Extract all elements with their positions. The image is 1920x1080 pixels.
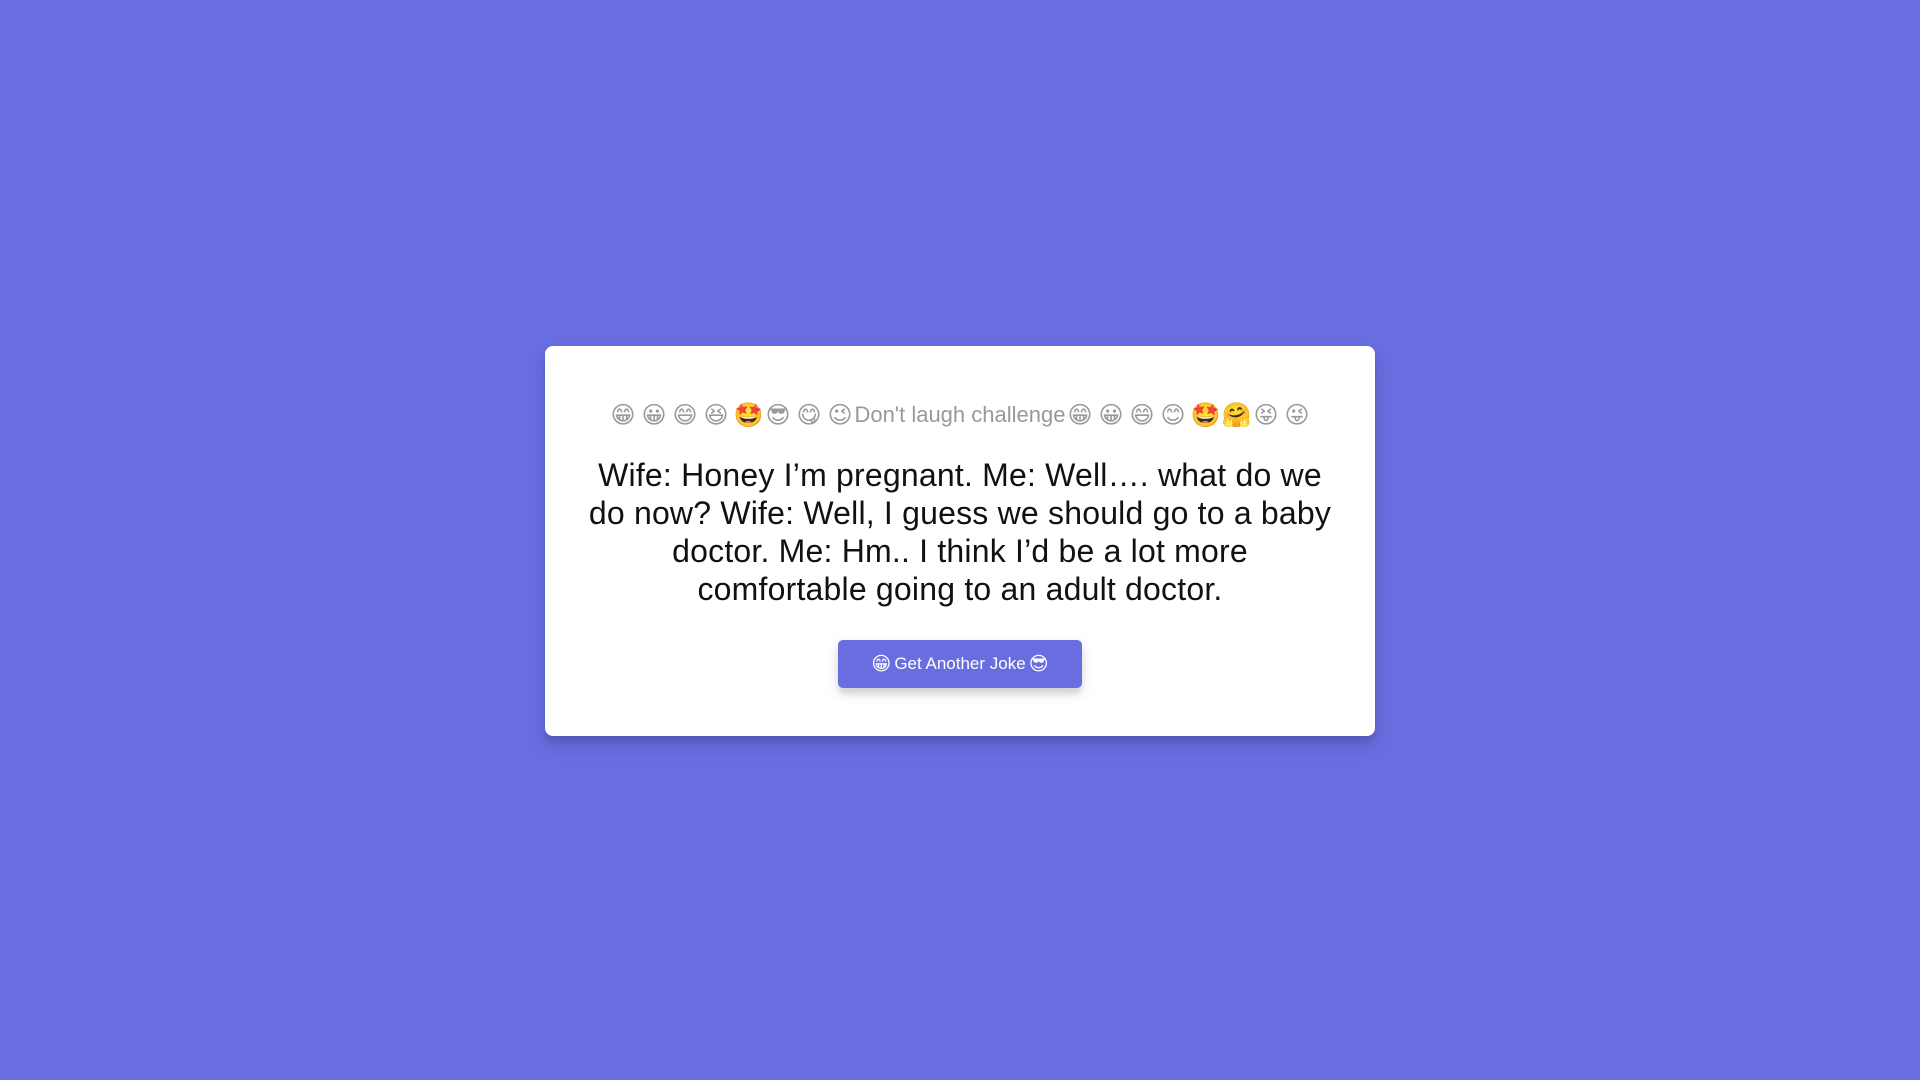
hugging-emoji-icon: 🤗 xyxy=(1221,400,1252,429)
smiling-eyes-emoji-icon: 😄 xyxy=(1129,400,1155,429)
grinning-squinting-emoji-icon: 😁 xyxy=(1067,400,1093,429)
challenge-heading: 😁 😀 😄 😆 🤩 😎 😋 😉 Don't laugh challenge 😁 … xyxy=(585,400,1335,430)
get-another-joke-button[interactable]: 😁 Get Another Joke 😎 xyxy=(838,640,1082,688)
grinning-face-emoji-icon: 😀 xyxy=(1098,400,1124,429)
page-background: 😁 😀 😄 😆 🤩 😎 😋 😉 Don't laugh challenge 😁 … xyxy=(0,0,1920,1080)
blush-emoji-icon: 😊 xyxy=(1160,400,1186,429)
grinning-squinting-emoji-icon: 😁 xyxy=(871,653,892,675)
heading-emojis-right: 😁 😀 😄 😊 🤩 🤗 😝 😜 xyxy=(1066,400,1310,429)
winking-tongue-emoji-icon: 😜 xyxy=(1284,400,1310,429)
sunglasses-emoji-icon: 😎 xyxy=(1028,653,1049,675)
grinning-face-emoji-icon: 😀 xyxy=(641,400,667,429)
joke-card: 😁 😀 😄 😆 🤩 😎 😋 😉 Don't laugh challenge 😁 … xyxy=(545,346,1375,736)
squinting-tongue-emoji-icon: 😝 xyxy=(1253,400,1279,429)
star-struck-emoji-icon: 🤩 xyxy=(1190,400,1221,429)
yum-emoji-icon: 😋 xyxy=(796,400,822,429)
grinning-squinting-emoji-icon: 😁 xyxy=(610,400,636,429)
wink-emoji-icon: 😉 xyxy=(827,400,853,429)
heading-emojis-left: 😁 😀 😄 😆 🤩 😎 😋 😉 xyxy=(610,400,854,429)
button-label: Get Another Joke xyxy=(894,654,1026,673)
joke-text: Wife: Honey I’m pregnant. Me: Well…. wha… xyxy=(588,457,1332,607)
smiling-eyes-emoji-icon: 😄 xyxy=(672,400,698,429)
heading-title: Don't laugh challenge xyxy=(854,402,1066,427)
star-struck-emoji-icon: 🤩 xyxy=(733,400,764,429)
sunglasses-emoji-icon: 😎 xyxy=(765,400,791,429)
laughing-emoji-icon: 😆 xyxy=(703,400,729,429)
